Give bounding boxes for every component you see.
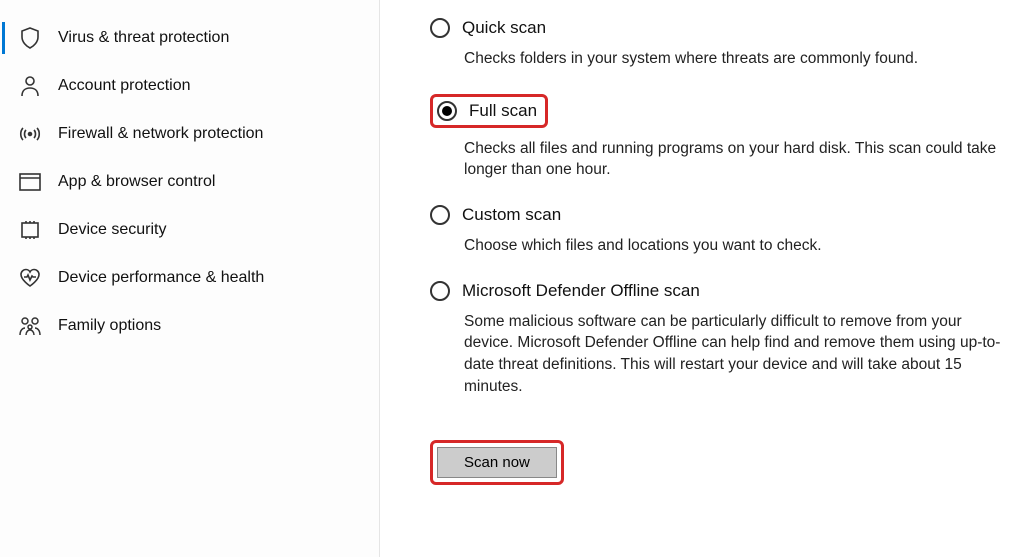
option-desc: Choose which files and locations you wan… (464, 235, 1012, 257)
sidebar-item-label: Device performance & health (58, 269, 264, 287)
window-icon (18, 170, 42, 194)
shield-icon (18, 26, 42, 50)
heart-icon (18, 266, 42, 290)
option-offline-scan: Microsoft Defender Offline scan Some mal… (430, 281, 1012, 398)
option-desc: Checks folders in your system where thre… (464, 48, 1012, 70)
chip-icon (18, 218, 42, 242)
sidebar-item-virus-threat-protection[interactable]: Virus & threat protection (0, 14, 379, 62)
person-icon (18, 74, 42, 98)
sidebar-item-label: App & browser control (58, 173, 215, 191)
sidebar-item-label: Account protection (58, 77, 191, 95)
radio-quick-scan[interactable] (430, 18, 450, 38)
option-custom-scan: Custom scan Choose which files and locat… (430, 205, 1012, 257)
sidebar-item-device-security[interactable]: Device security (0, 206, 379, 254)
option-title: Full scan (469, 101, 537, 121)
sidebar: Virus & threat protection Account protec… (0, 0, 380, 557)
option-desc: Checks all files and running programs on… (464, 138, 1012, 181)
option-desc: Some malicious software can be particula… (464, 311, 1012, 398)
radio-offline-scan[interactable] (430, 281, 450, 301)
sidebar-item-firewall-network-protection[interactable]: Firewall & network protection (0, 110, 379, 158)
main-content: Quick scan Checks folders in your system… (380, 0, 1024, 557)
option-full-scan: Full scan Checks all files and running p… (430, 94, 1012, 181)
highlight-full-scan: Full scan (430, 94, 548, 128)
sidebar-item-app-browser-control[interactable]: App & browser control (0, 158, 379, 206)
family-icon (18, 314, 42, 338)
sidebar-item-label: Virus & threat protection (58, 29, 229, 47)
radio-full-scan[interactable] (437, 101, 457, 121)
sidebar-item-label: Family options (58, 317, 161, 335)
antenna-icon (18, 122, 42, 146)
sidebar-item-label: Firewall & network protection (58, 125, 263, 143)
option-quick-scan: Quick scan Checks folders in your system… (430, 18, 1012, 70)
option-title: Custom scan (462, 205, 561, 225)
sidebar-item-label: Device security (58, 221, 166, 239)
sidebar-item-device-performance-health[interactable]: Device performance & health (0, 254, 379, 302)
option-title: Microsoft Defender Offline scan (462, 281, 700, 301)
highlight-scan-now: Scan now (430, 440, 564, 485)
sidebar-item-family-options[interactable]: Family options (0, 302, 379, 350)
sidebar-item-account-protection[interactable]: Account protection (0, 62, 379, 110)
scan-now-button[interactable]: Scan now (437, 447, 557, 478)
radio-custom-scan[interactable] (430, 205, 450, 225)
option-title: Quick scan (462, 18, 546, 38)
